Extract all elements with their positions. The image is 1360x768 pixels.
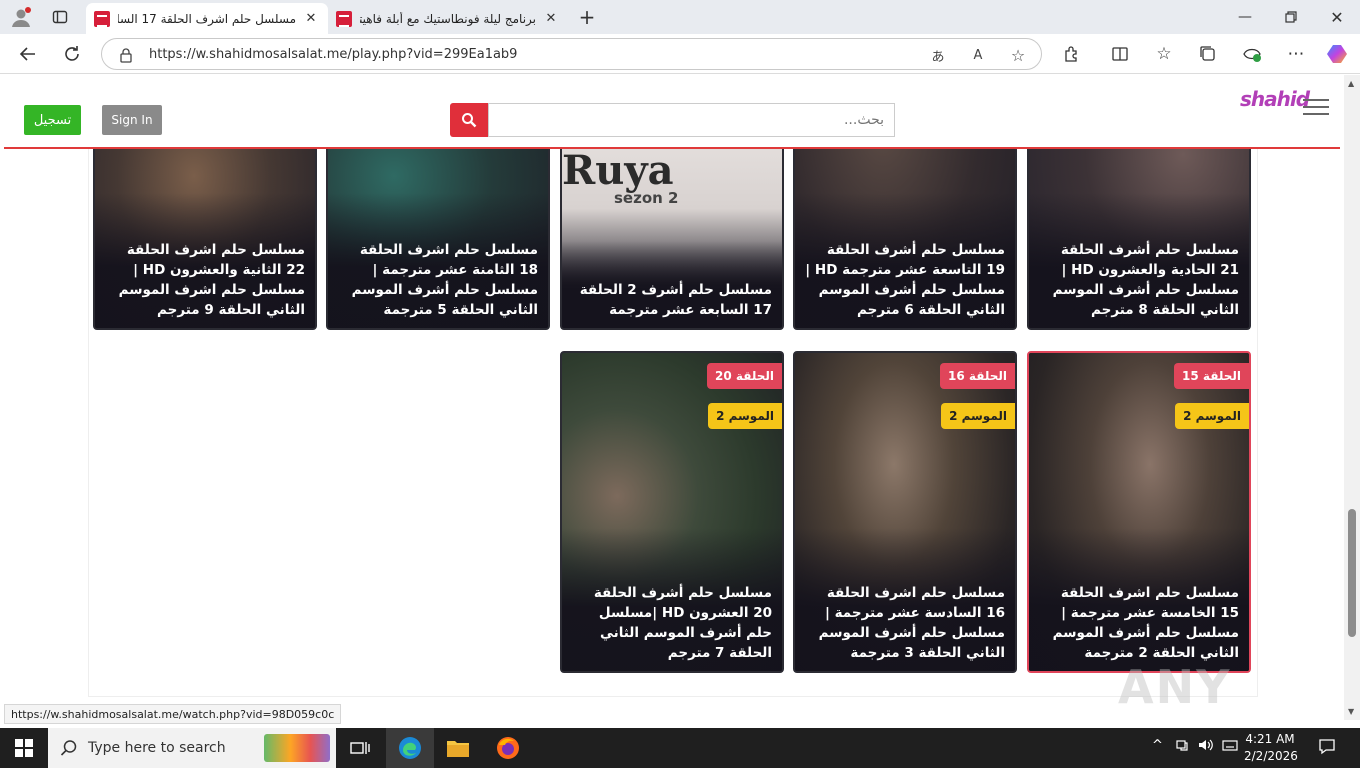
episode-card[interactable]: الحلقة 15 الموسم 2 مسلسل حلم اشرف الحلقة… (1027, 351, 1251, 673)
read-aloud-icon[interactable]: A (968, 45, 988, 65)
episodes-grid: مسلسل حلم أشرف الحلقة 21 الحادية والعشرو… (88, 109, 1258, 697)
minimize-icon[interactable]: — (1234, 6, 1256, 28)
episode-badge: الحلقة 15 (1174, 363, 1249, 389)
sign-in-button[interactable]: Sign In (102, 105, 162, 135)
hamburger-menu-icon[interactable] (1303, 99, 1329, 115)
copilot-icon[interactable] (1326, 42, 1350, 66)
close-tab-icon[interactable]: ✕ (542, 11, 560, 26)
tab-title: مسلسل حلم اشرف الحلقة 17 السابعة (118, 11, 296, 26)
page-scrollbar[interactable]: ▲ ▼ (1344, 75, 1360, 720)
poster-subtext: sezon 2 (614, 189, 679, 207)
episode-title[interactable]: مسلسل حلم أشرف 2 الحلقة 17 السابعة عشر م… (572, 280, 772, 320)
taskbar-firefox-app[interactable] (484, 728, 532, 768)
season-badge: الموسم 2 (708, 403, 782, 429)
episode-card[interactable]: الحلقة 16 الموسم 2 مسلسل حلم اشرف الحلقة… (793, 351, 1017, 673)
episode-title[interactable]: مسلسل حلم أشرف الحلقة 19 التاسعة عشر متر… (805, 240, 1005, 320)
favorites-icon[interactable]: ☆ (1152, 42, 1176, 66)
tab-title: برنامج ليلة فونطاستيك مع أبلة فاهيتا (360, 11, 536, 26)
season-badge: الموسم 2 (1175, 403, 1249, 429)
tab-actions-icon[interactable] (49, 6, 71, 28)
poster-text: Ruya (562, 147, 674, 194)
scrollbar-thumb[interactable] (1348, 509, 1356, 637)
profile-icon[interactable] (10, 6, 32, 28)
tab-active[interactable]: مسلسل حلم اشرف الحلقة 17 السابعة ✕ (86, 3, 328, 34)
url-text[interactable]: https://w.shahidmosalsalat.me/play.php?v… (149, 47, 517, 62)
episode-card[interactable]: الحلقة 20 الموسم 2 مسلسل حلم أشرف الحلقة… (560, 351, 784, 673)
close-tab-icon[interactable]: ✕ (302, 11, 320, 26)
site-favicon-icon (336, 10, 352, 27)
scroll-up-icon[interactable]: ▲ (1348, 79, 1354, 88)
task-view-button[interactable] (336, 728, 384, 768)
episode-title[interactable]: مسلسل حلم اشرف الحلقة 18 الثامنة عشر متر… (338, 240, 538, 320)
network-icon[interactable] (1176, 738, 1190, 756)
site-favicon-icon (94, 10, 110, 27)
scroll-down-icon[interactable]: ▼ (1348, 707, 1354, 716)
extensions-icon[interactable] (1060, 42, 1084, 66)
episode-badge: الحلقة 16 (940, 363, 1015, 389)
search-input[interactable] (488, 103, 895, 137)
task-view-icon (350, 742, 370, 754)
performance-icon[interactable] (1240, 42, 1264, 66)
folder-icon (447, 741, 469, 757)
back-icon[interactable] (16, 42, 40, 66)
new-tab-icon[interactable]: + (576, 5, 598, 29)
search-button[interactable] (450, 103, 488, 137)
collections-icon[interactable] (1196, 42, 1220, 66)
translate-icon[interactable]: あ (928, 45, 948, 65)
episode-title[interactable]: مسلسل حلم أشرف الحلقة 20 العشرون HD |مسل… (572, 583, 772, 663)
tab-strip: مسلسل حلم اشرف الحلقة 17 السابعة ✕ برنام… (0, 0, 1360, 34)
taskbar-edge-app[interactable] (386, 728, 434, 768)
watermark-text: ANY RUN (1118, 660, 1233, 720)
search-highlight-icon[interactable] (264, 734, 330, 762)
episode-title[interactable]: مسلسل حلم اشرف الحلقة 22 الثانية والعشرو… (105, 240, 305, 320)
taskbar-clock[interactable]: 4:21 AM 2/2/2026 (1244, 731, 1298, 765)
address-bar[interactable]: https://w.shahidmosalsalat.me/play.php?v… (101, 38, 1042, 70)
season-badge: الموسم 2 (941, 403, 1015, 429)
maximize-icon[interactable] (1280, 6, 1302, 28)
clock-time: 4:21 AM (1245, 732, 1295, 746)
windows-taskbar: Type here to search ^ 4:21 AM 2/2/2026 (0, 728, 1360, 768)
search-icon (60, 740, 77, 756)
firefox-icon (497, 737, 519, 759)
more-options-icon[interactable]: ⋯ (1284, 42, 1308, 66)
keyboard-icon[interactable] (1222, 738, 1238, 756)
tray-chevron-icon[interactable]: ^ (1152, 738, 1163, 753)
episode-title[interactable]: مسلسل حلم اشرف الحلقة 16 السادسة عشر متر… (805, 583, 1005, 663)
web-page: تسجيل Sign In shahid مسلسل حلم أشرف الحل… (0, 75, 1344, 720)
edge-icon (399, 737, 421, 759)
windows-logo-icon (15, 739, 33, 757)
episode-title[interactable]: مسلسل حلم أشرف الحلقة 21 الحادية والعشرو… (1039, 240, 1239, 320)
close-window-icon[interactable]: ✕ (1326, 6, 1348, 28)
split-screen-icon[interactable] (1108, 42, 1132, 66)
search-icon (462, 113, 477, 128)
episode-badge: الحلقة 20 (707, 363, 782, 389)
taskbar-search-placeholder: Type here to search (88, 740, 226, 756)
site-logo[interactable]: shahid (1240, 87, 1310, 111)
site-header: تسجيل Sign In shahid (4, 75, 1340, 149)
tab-inactive[interactable]: برنامج ليلة فونطاستيك مع أبلة فاهيتا ✕ (328, 3, 568, 34)
volume-icon[interactable] (1198, 738, 1214, 756)
taskbar-search-box[interactable]: Type here to search (48, 728, 336, 768)
episode-title[interactable]: مسلسل حلم اشرف الحلقة 15 الخامسة عشر متر… (1039, 583, 1239, 663)
notification-icon[interactable] (1318, 737, 1336, 759)
clock-date: 2/2/2026 (1244, 749, 1298, 763)
start-button[interactable] (0, 728, 48, 768)
navigation-bar: https://w.shahidmosalsalat.me/play.php?v… (0, 34, 1360, 74)
taskbar-file-explorer-app[interactable] (434, 728, 482, 768)
lock-icon[interactable] (116, 45, 136, 65)
refresh-icon[interactable] (60, 42, 84, 66)
register-button[interactable]: تسجيل (24, 105, 81, 135)
favorite-star-icon[interactable]: ☆ (1008, 45, 1028, 65)
status-bar-url: https://w.shahidmosalsalat.me/watch.php?… (4, 704, 342, 724)
